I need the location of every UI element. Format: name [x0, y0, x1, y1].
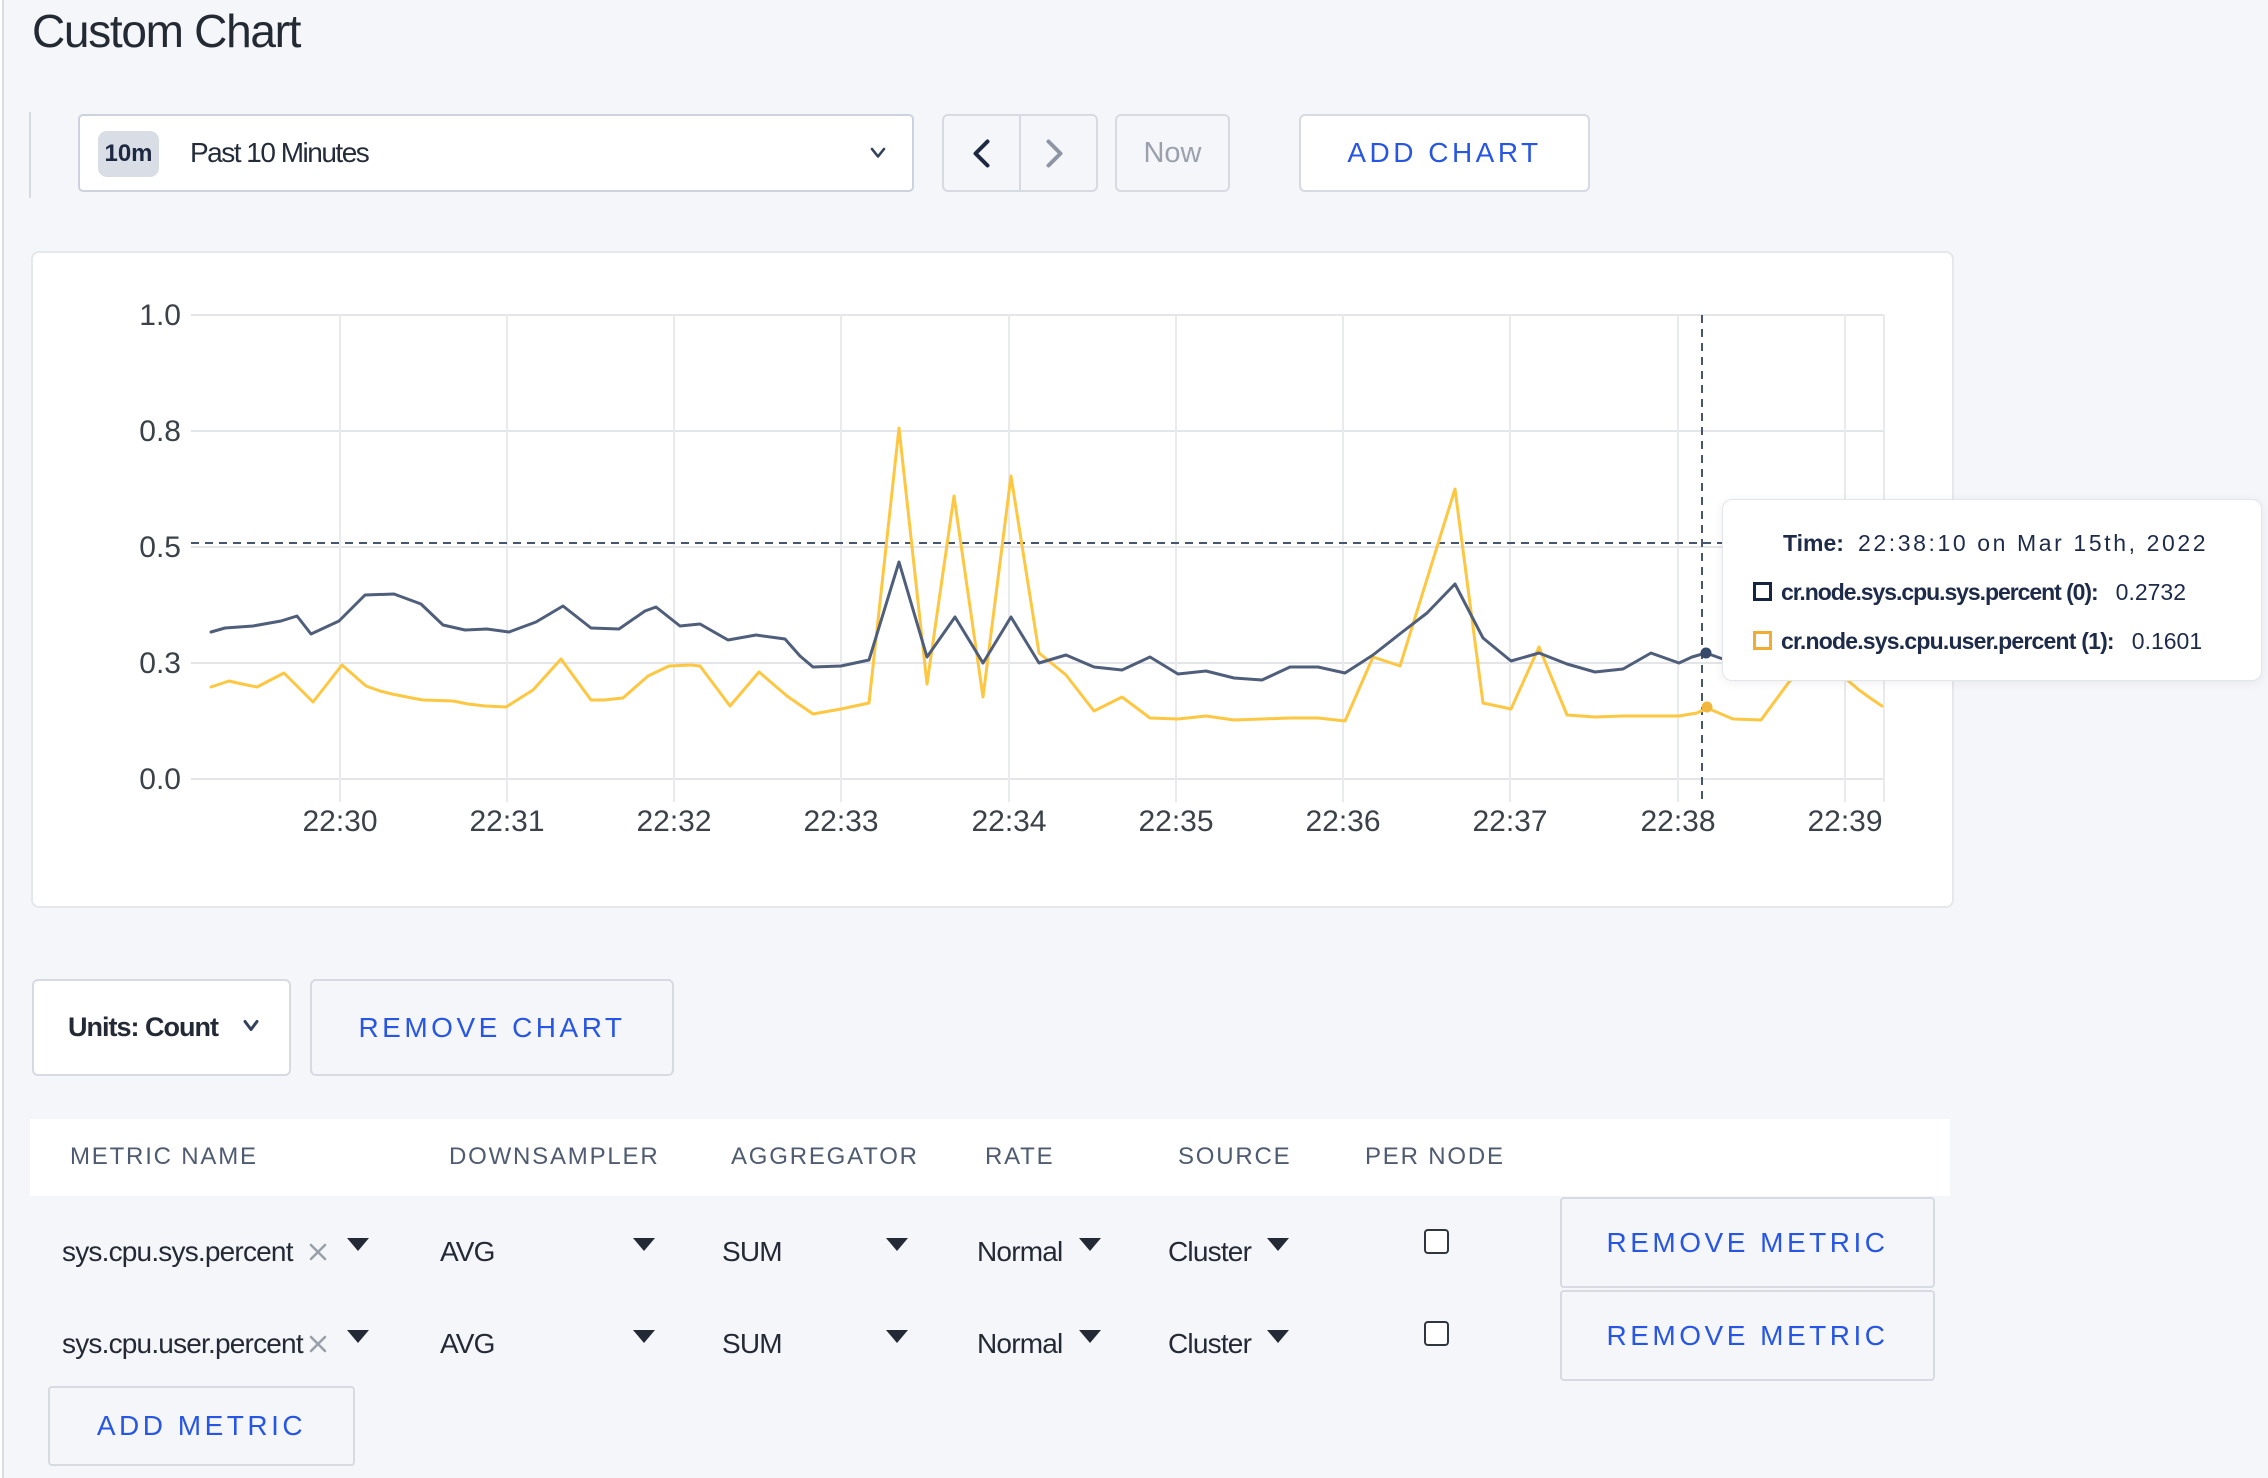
svg-text:22:38: 22:38	[1640, 805, 1715, 838]
svg-text:22:36: 22:36	[1305, 805, 1380, 838]
svg-text:22:35: 22:35	[1138, 805, 1213, 838]
svg-text:1.0: 1.0	[139, 299, 181, 332]
svg-text:22:39: 22:39	[1807, 805, 1882, 838]
svg-text:22:33: 22:33	[803, 805, 878, 838]
svg-text:0.3: 0.3	[139, 647, 181, 680]
svg-text:22:32: 22:32	[636, 805, 711, 838]
svg-text:0.8: 0.8	[139, 415, 181, 448]
svg-text:22:30: 22:30	[302, 805, 377, 838]
svg-text:22:34: 22:34	[971, 805, 1046, 838]
svg-text:22:31: 22:31	[469, 805, 544, 838]
svg-text:0.5: 0.5	[139, 531, 181, 564]
svg-text:22:37: 22:37	[1472, 805, 1547, 838]
svg-text:0.0: 0.0	[139, 763, 181, 796]
